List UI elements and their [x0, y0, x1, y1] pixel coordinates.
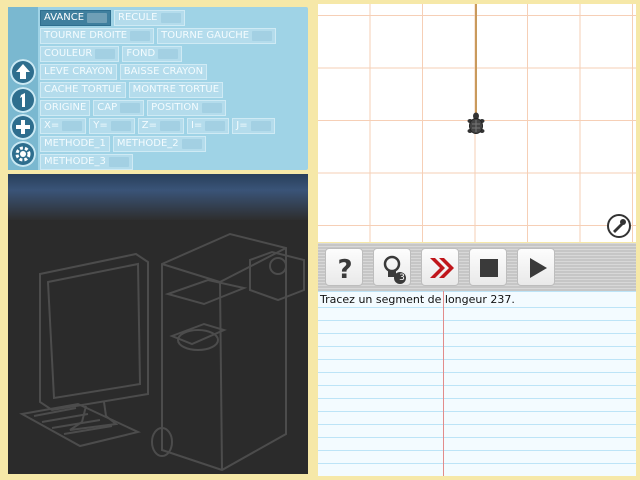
number-one-icon[interactable] — [10, 87, 36, 113]
command-block-label: LEVE CRAYON — [44, 66, 113, 77]
command-block-cap[interactable]: CAP — [93, 100, 145, 116]
command-block-label: CAP — [97, 102, 118, 113]
command-block-label: CACHE TORTUE — [44, 84, 122, 95]
command-block-label: BAISSE CRAYON — [123, 66, 204, 77]
command-blocks: AVANCE RECULE TOURNE DROITE TOURNE GAUCHE CO… — [38, 7, 308, 170]
command-block-leve-crayon[interactable]: LEVE CRAYON — [40, 64, 117, 80]
command-block-fond[interactable]: FOND — [122, 46, 183, 62]
command-row: CACHE TORTUE MONTRE TORTUE — [40, 82, 224, 98]
command-value-slot[interactable] — [250, 121, 271, 131]
play-icon — [530, 258, 547, 278]
command-block-label: Z= — [141, 120, 157, 131]
command-value-slot[interactable] — [62, 121, 83, 131]
command-value-slot[interactable] — [87, 13, 108, 23]
fast-forward-button[interactable] — [421, 248, 459, 286]
command-block-x[interactable]: X= — [40, 118, 87, 134]
command-block-label: FOND — [126, 48, 156, 59]
command-block-j[interactable]: J= — [232, 118, 275, 134]
command-value-slot[interactable] — [160, 13, 181, 23]
command-block-montre-tortue[interactable]: MONTRE TORTUE — [128, 82, 224, 98]
command-value-slot[interactable] — [201, 103, 222, 113]
command-block-y[interactable]: Y= — [89, 118, 135, 134]
command-block-label: MONTRE TORTUE — [132, 84, 220, 95]
instruction-notebook: Tracez un segment de longeur 237. — [318, 291, 636, 476]
command-row: COULEUR FOND — [40, 46, 183, 62]
stop-button[interactable] — [469, 248, 507, 286]
command-block-methode-3[interactable]: METHODE_3 — [40, 154, 133, 170]
control-toolbar: ? 3 — [318, 243, 636, 291]
command-block-baisse-crayon[interactable]: BAISSE CRAYON — [119, 64, 208, 80]
command-block-label: METHODE_1 — [44, 138, 106, 149]
gear-icon[interactable] — [10, 141, 36, 167]
command-block-label: RECULE — [118, 12, 158, 23]
fast-forward-icon — [430, 258, 454, 278]
drawing-canvas[interactable] — [318, 4, 636, 242]
command-block-label: AVANCE — [44, 12, 85, 23]
command-row: AVANCE RECULE — [40, 10, 185, 26]
command-block-label: TOURNE DROITE — [44, 30, 128, 41]
command-value-slot[interactable] — [205, 121, 226, 131]
command-panel: AVANCE RECULE TOURNE DROITE TOURNE GAUCHE CO… — [8, 7, 308, 170]
command-block-label: COULEUR — [44, 48, 93, 59]
turtle-trail — [475, 4, 477, 114]
command-block-recule[interactable]: RECULE — [114, 10, 185, 26]
command-value-slot[interactable] — [120, 103, 141, 113]
command-block-label: X= — [44, 120, 60, 131]
command-value-slot[interactable] — [181, 139, 202, 149]
command-block-label: METHODE_3 — [44, 156, 106, 167]
command-block-position[interactable]: POSITION — [147, 100, 226, 116]
command-row: METHODE_1 METHODE_2 — [40, 136, 206, 152]
command-value-slot[interactable] — [252, 31, 273, 41]
notebook-margin-line — [443, 291, 444, 476]
arrow-up-icon[interactable] — [10, 59, 36, 85]
play-button[interactable] — [517, 248, 555, 286]
command-sidebar — [8, 7, 38, 170]
command-value-slot[interactable] — [130, 31, 151, 41]
command-block-label: Y= — [93, 120, 108, 131]
command-block-tourne-gauche[interactable]: TOURNE GAUCHE — [157, 28, 277, 44]
command-block-label: METHODE_2 — [116, 138, 179, 149]
command-block-label: J= — [236, 120, 248, 131]
brush-icon[interactable] — [607, 214, 631, 238]
computer-illustration — [8, 174, 308, 474]
command-block-methode-2[interactable]: METHODE_2 — [112, 136, 206, 152]
help-icon: ? — [337, 255, 352, 285]
command-block-label: I= — [190, 120, 203, 131]
command-value-slot[interactable] — [108, 157, 129, 167]
command-block-i[interactable]: I= — [186, 118, 230, 134]
instruction-text: Tracez un segment de longeur 237. — [320, 293, 515, 306]
command-value-slot[interactable] — [159, 121, 180, 131]
command-block-tourne-droite[interactable]: TOURNE DROITE — [40, 28, 155, 44]
command-block-label: POSITION — [151, 102, 199, 113]
command-value-slot[interactable] — [95, 49, 116, 59]
command-value-slot[interactable] — [158, 49, 179, 59]
command-block-z[interactable]: Z= — [137, 118, 184, 134]
turtle-icon — [467, 112, 485, 134]
help-button[interactable]: ? — [325, 248, 363, 286]
command-block-cache-tortue[interactable]: CACHE TORTUE — [40, 82, 126, 98]
command-row: ORIGINE CAP POSITION — [40, 100, 226, 116]
command-block-couleur[interactable]: COULEUR — [40, 46, 120, 62]
command-block-methode-1[interactable]: METHODE_1 — [40, 136, 110, 152]
command-row: LEVE CRAYON BAISSE CRAYON — [40, 64, 208, 80]
computer-outline-drawing — [19, 232, 305, 472]
stop-icon — [480, 259, 498, 277]
plus-icon[interactable] — [10, 114, 36, 140]
hint-button[interactable]: 3 — [373, 248, 411, 286]
command-row: TOURNE DROITE TOURNE GAUCHE — [40, 28, 277, 44]
command-row: X= Y= Z= I= J= — [40, 118, 275, 134]
command-value-slot[interactable] — [110, 121, 131, 131]
command-block-label: ORIGINE — [44, 102, 87, 113]
command-block-label: TOURNE GAUCHE — [161, 30, 250, 41]
hint-count: 3 — [399, 273, 405, 283]
svg-text:?: ? — [337, 255, 352, 285]
command-row: METHODE_3 — [40, 154, 133, 170]
command-block-avance[interactable]: AVANCE — [40, 10, 112, 26]
command-block-origine[interactable]: ORIGINE — [40, 100, 91, 116]
